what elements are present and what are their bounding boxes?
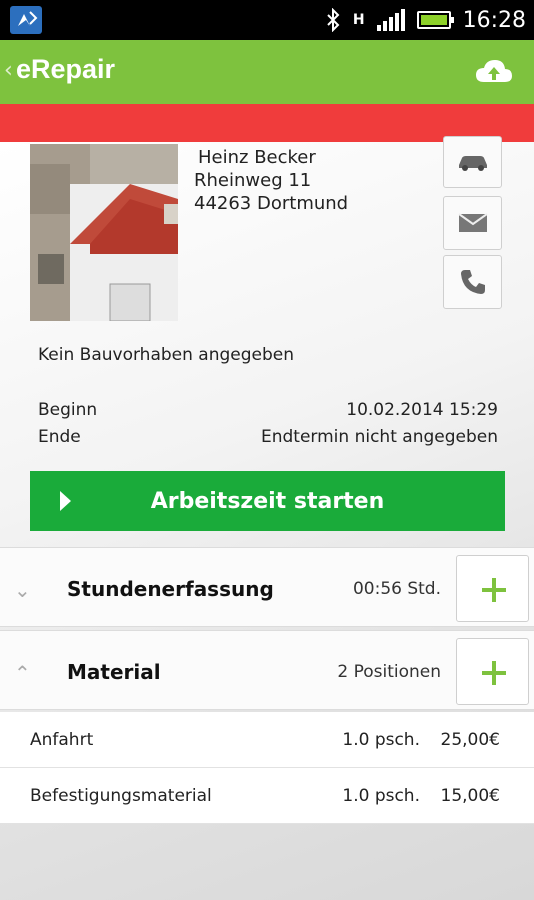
customer-address: Heinz Becker Rheinweg 11 44263 Dortmund (194, 146, 348, 215)
clock: 16:28 (462, 7, 526, 33)
list-item[interactable]: Befestigungsmaterial 1.0 psch. 15,00€ (0, 768, 534, 824)
mail-icon (457, 213, 488, 232)
section-info: 2 Positionen (337, 662, 441, 682)
section-title: Material (67, 660, 161, 684)
battery-icon (416, 11, 454, 29)
app-title[interactable]: eRepair (16, 54, 115, 85)
project-text: Kein Bauvorhaben angegeben (38, 345, 295, 365)
phone-icon (460, 270, 485, 294)
cloud-upload-icon[interactable] (474, 56, 514, 86)
section-material[interactable]: ⌃ Material 2 Positionen (0, 630, 534, 710)
network-type: H (352, 12, 365, 28)
end-row: Ende Endtermin nicht angegeben (38, 427, 498, 447)
material-price: 15,00€ (440, 786, 500, 806)
car-icon (458, 156, 487, 171)
section-time-tracking[interactable]: ⌄ Stundenerfassung 00:56 Std. (0, 547, 534, 627)
end-label: Ende (38, 427, 81, 447)
bluetooth-icon (327, 8, 340, 32)
material-price: 25,00€ (440, 730, 500, 750)
add-material-button[interactable] (456, 638, 529, 705)
signal-icon (376, 9, 405, 31)
start-work-label: Arbeitszeit starten (150, 488, 385, 514)
customer-street: Rheinweg 11 (194, 170, 312, 191)
notification-icon (10, 6, 42, 34)
material-name: Befestigungsmaterial (30, 786, 212, 806)
play-icon (60, 491, 71, 511)
navigate-button[interactable] (443, 136, 502, 188)
list-item[interactable]: Anfahrt 1.0 psch. 25,00€ (0, 712, 534, 768)
email-button[interactable] (443, 196, 502, 250)
chevron-down-icon[interactable]: ⌄ (14, 578, 31, 602)
start-value: 10.02.2014 15:29 (346, 400, 498, 420)
add-time-button[interactable] (456, 555, 529, 622)
chevron-up-icon[interactable]: ⌃ (14, 661, 31, 685)
customer-name: Heinz Becker (198, 147, 316, 168)
start-label: Beginn (38, 400, 98, 420)
customer-city: 44263 Dortmund (194, 193, 349, 214)
material-qty: 1.0 psch. (342, 786, 420, 806)
app-bar: ‹ eRepair (0, 40, 534, 104)
call-button[interactable] (443, 255, 502, 309)
status-bar: H 16:28 (0, 0, 534, 40)
chevron-left-icon[interactable]: ‹ (4, 58, 13, 83)
material-name: Anfahrt (30, 730, 94, 750)
house-photo[interactable] (30, 144, 178, 321)
material-qty: 1.0 psch. (342, 730, 420, 750)
end-value: Endtermin nicht angegeben (261, 427, 498, 447)
start-row: Beginn 10.02.2014 15:29 (38, 400, 498, 420)
section-info: 00:56 Std. (352, 579, 441, 599)
job-detail: Heinz Becker Rheinweg 11 44263 Dortmund … (0, 136, 534, 900)
start-work-button[interactable]: Arbeitszeit starten (30, 471, 505, 531)
section-title: Stundenerfassung (67, 577, 274, 601)
